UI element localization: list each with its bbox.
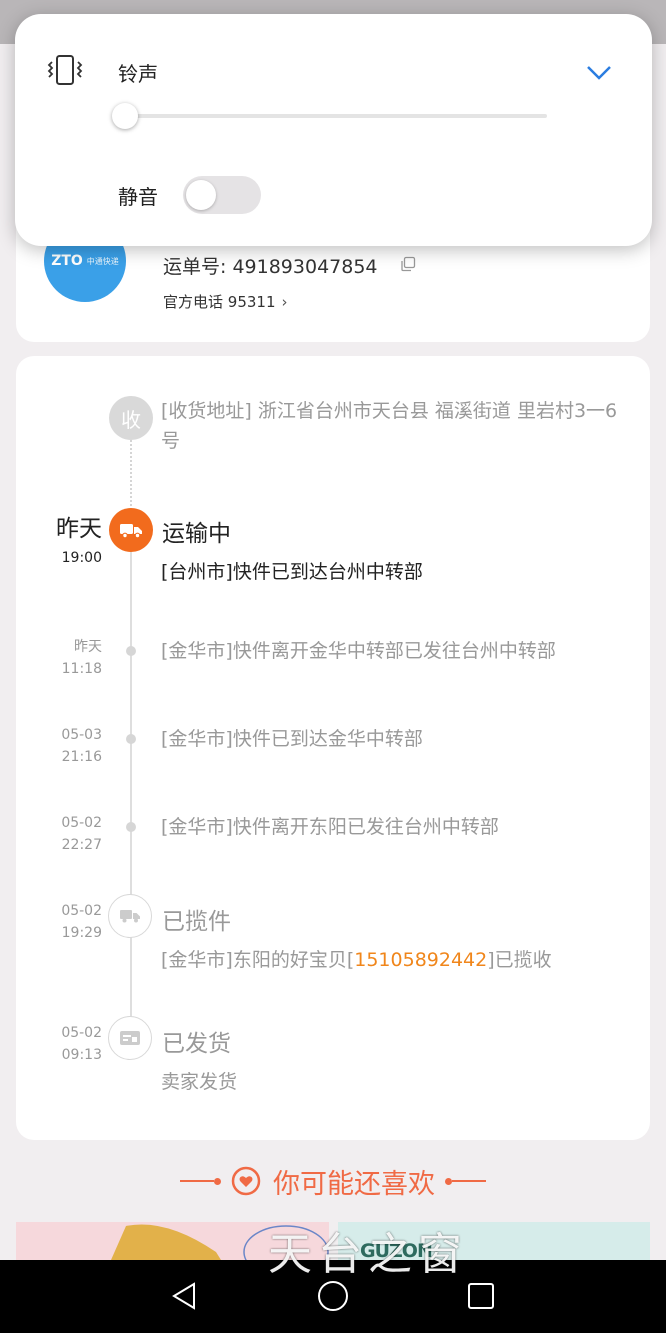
watermark: 天台之窗 [268, 1229, 468, 1280]
timeline-connector [130, 440, 132, 506]
chevron-right-icon: › [281, 293, 288, 311]
waybill-number: 491893047854 [232, 256, 378, 278]
decor-line [445, 1177, 486, 1185]
tracking-timeline: 收 [收货地址] 浙江省台州市天台县 福溪街道 里岩村3一6号 昨天 19:00… [16, 356, 650, 1140]
decor-line [180, 1177, 221, 1185]
address-badge: 收 [109, 396, 153, 440]
ringtone-label: 铃声 [118, 62, 158, 86]
toggle-knob [186, 180, 216, 210]
delivery-address: [收货地址] 浙江省台州市天台县 福溪街道 里岩村3一6号 [161, 400, 618, 452]
ringtone-slider[interactable] [121, 114, 547, 118]
status-title: 已揽件 [162, 909, 231, 935]
volume-panel: 铃声 静音 [15, 14, 652, 246]
waybill-row: 运单号: 491893047854 [163, 252, 378, 279]
event-text: [台州市]快件已到达台州中转部 [161, 561, 423, 583]
timeline-dot [126, 734, 136, 744]
pickup-truck-icon [108, 894, 152, 938]
sender-phone-link[interactable]: 15105892442 [354, 949, 487, 971]
mute-toggle[interactable] [183, 176, 261, 214]
timeline-dot [126, 646, 136, 656]
timeline-dot [126, 822, 136, 832]
event-date: 昨天 [56, 516, 102, 542]
timeline-line [130, 552, 132, 1036]
heart-icon [231, 1166, 261, 1196]
recommend-header: 你可能还喜欢 [0, 1158, 666, 1204]
copy-icon[interactable] [400, 256, 416, 272]
event-time: 19:00 [61, 550, 102, 566]
chevron-down-icon[interactable] [583, 60, 615, 84]
slider-thumb[interactable] [112, 103, 138, 129]
package-icon [108, 1016, 152, 1060]
status-title: 已发货 [162, 1031, 231, 1057]
official-phone-link[interactable]: 官方电话 95311 › [163, 291, 288, 312]
status-title: 运输中 [162, 521, 231, 547]
event-text: 卖家发货 [161, 1071, 238, 1093]
waybill-label: 运单号: [163, 256, 227, 278]
recommend-title: 你可能还喜欢 [273, 1168, 435, 1200]
vibrate-icon[interactable] [45, 54, 85, 86]
back-triangle-icon[interactable] [164, 1274, 204, 1318]
truck-icon [109, 508, 153, 552]
mute-label: 静音 [118, 185, 158, 209]
event-text: [金华市]东阳的好宝贝[15105892442]已揽收 [161, 949, 552, 971]
